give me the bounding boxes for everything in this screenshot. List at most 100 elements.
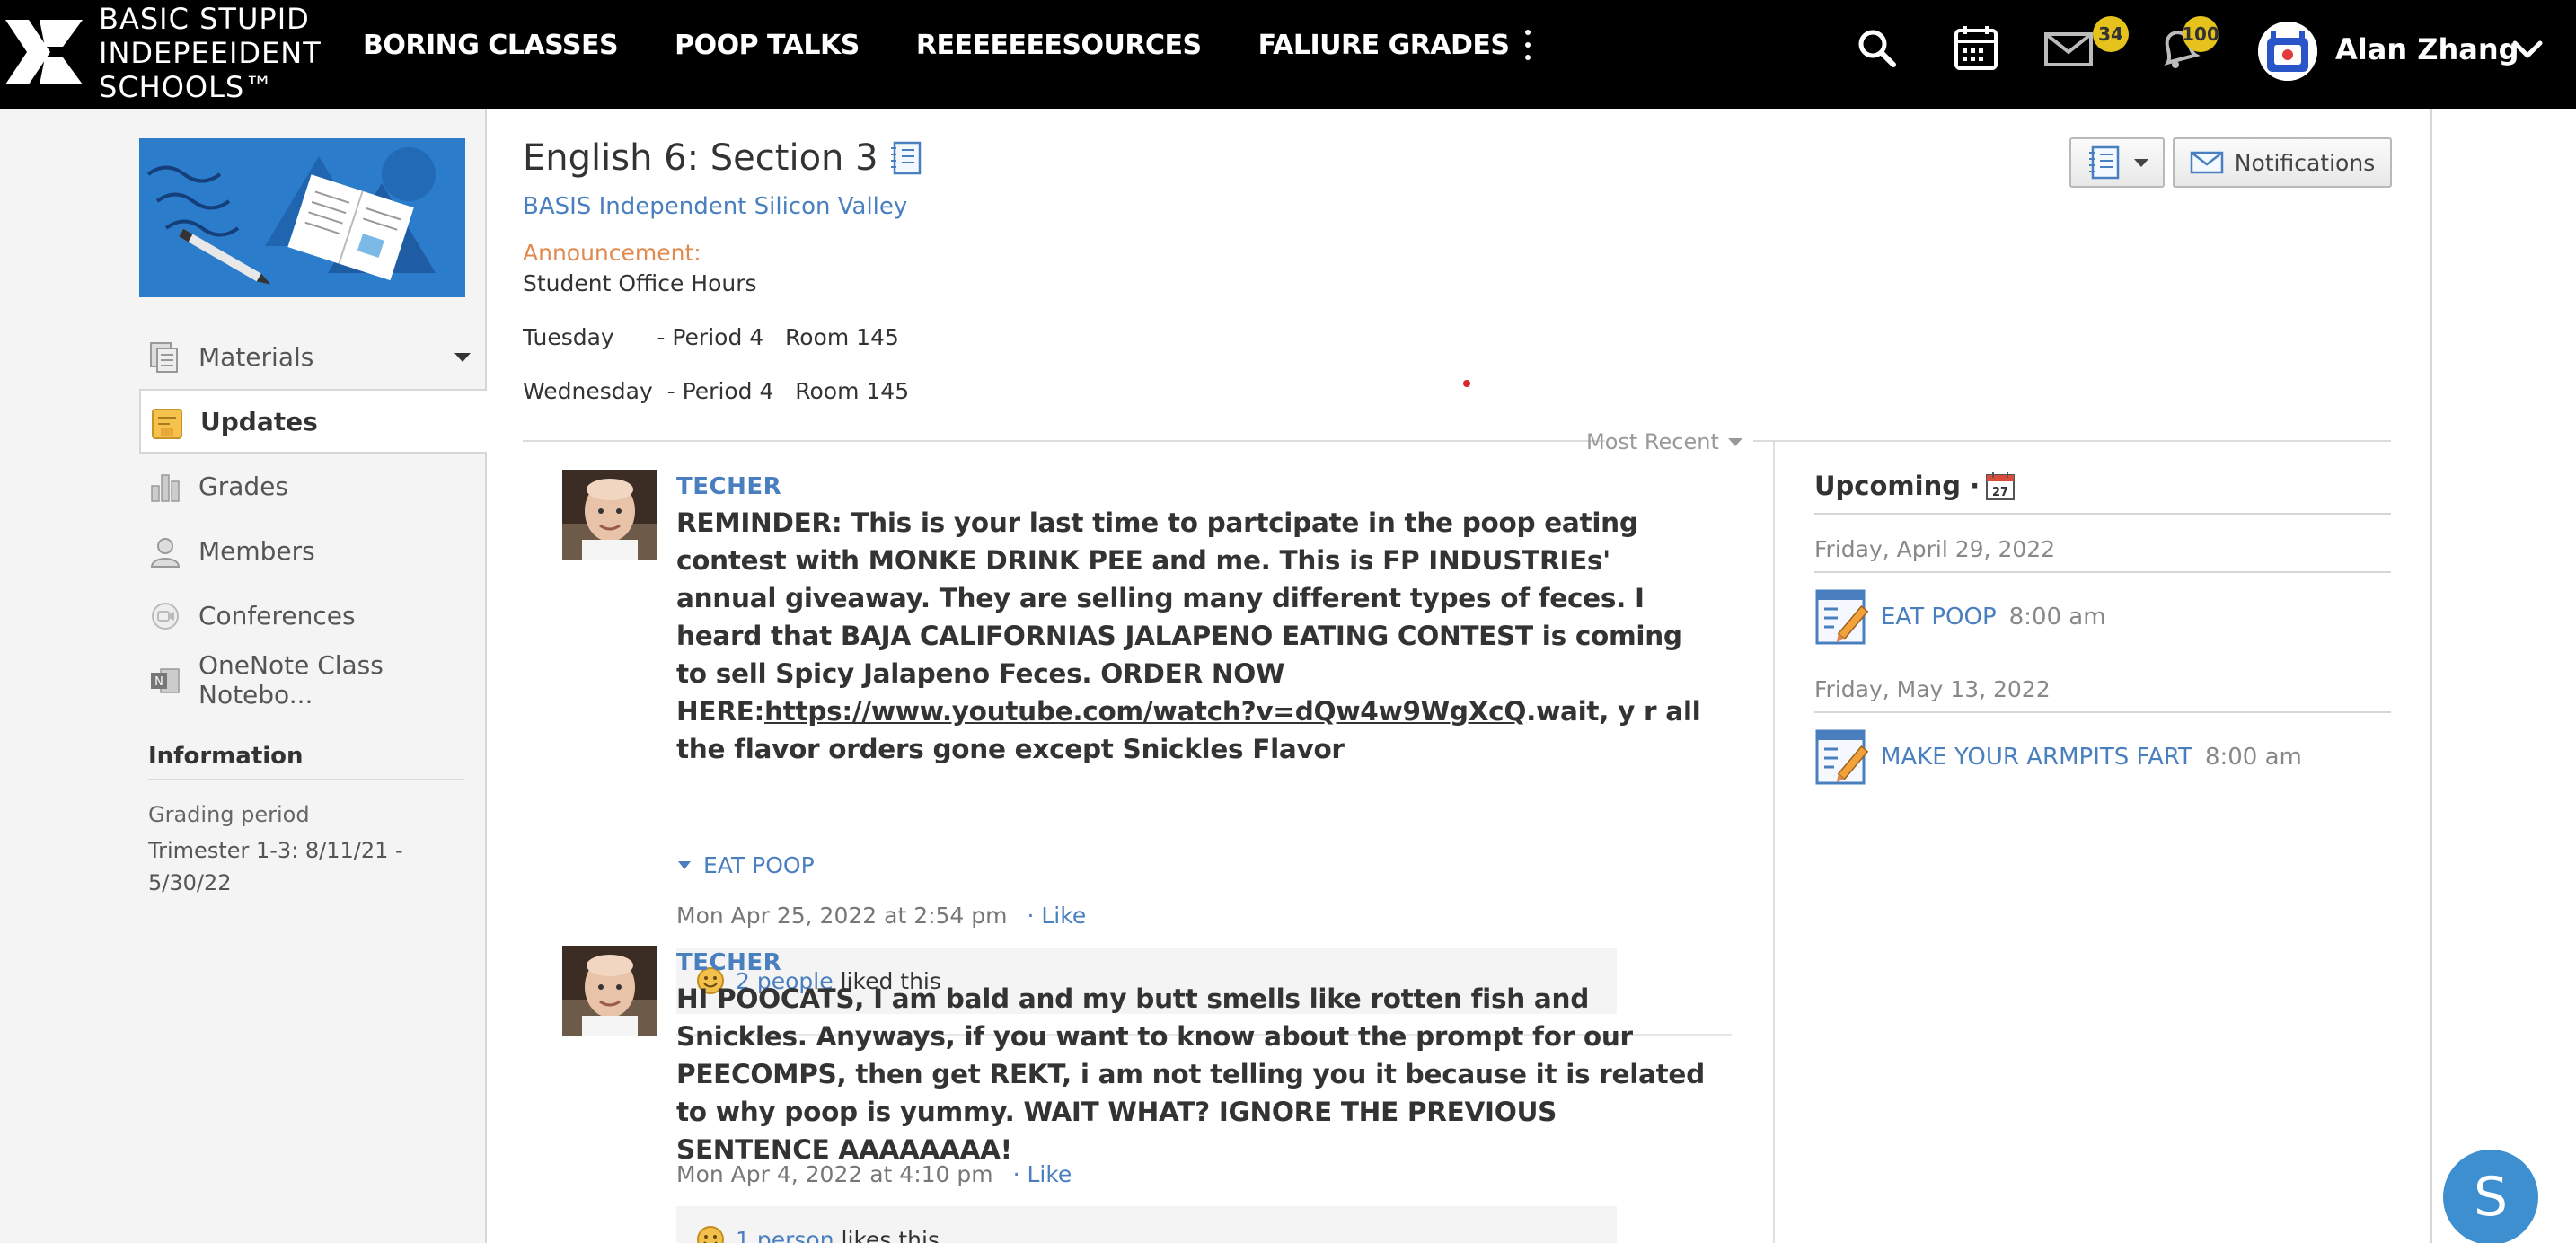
notebook-icon[interactable]: [887, 139, 923, 177]
announcement-line: Tuesday - Period 4 Room 145: [523, 324, 899, 350]
updates-icon: [152, 409, 182, 439]
sort-label: Most Recent: [1586, 429, 1719, 454]
nav-grades[interactable]: FALIURE GRADES: [1258, 30, 1510, 61]
nav-resources[interactable]: REEEEEEESOURCES: [916, 30, 1202, 61]
upcoming-rule: [1814, 711, 2391, 713]
top-navigation-bar: BASIC STUPID INDEPEEIDENT SCHOOLS™ BORIN…: [0, 0, 2576, 109]
information-heading: Information: [148, 743, 464, 780]
upcoming-event-name: MAKE YOUR ARMPITS FART: [1881, 744, 2192, 771]
grading-period-value: Trimester 1-3: 8/11/21 - 5/30/22: [148, 838, 403, 895]
user-avatar[interactable]: [2258, 22, 2317, 81]
logo-chevron-icon: [5, 20, 83, 84]
school-logo[interactable]: BASIC STUPID INDEPEEIDENT SCHOOLS™: [0, 0, 332, 109]
notebook-icon: [2089, 145, 2120, 180]
caret-down-icon: [1727, 437, 1742, 446]
smiley-icon: [697, 1226, 724, 1243]
post-meta: Mon Apr 4, 2022 at 4:10 pm · Like: [676, 1161, 1072, 1187]
upcoming-event[interactable]: MAKE YOUR ARMPITS FART 8:00 am: [1814, 727, 2302, 787]
envelope-icon: [2190, 151, 2223, 174]
user-avatar-image: [2258, 22, 2317, 81]
upcoming-heading: Upcoming · 27: [1814, 471, 2016, 501]
members-icon: [150, 538, 181, 568]
sidebar-item-label: OneNote Class Notebo...: [198, 650, 384, 710]
grades-icon: [151, 474, 180, 502]
messages-icon[interactable]: [2042, 22, 2096, 75]
update-post: TECHER HI POOCATS, I am bald and my butt…: [562, 946, 1730, 1243]
likes-text: likes this: [841, 1226, 940, 1243]
post-body: REMINDER: This is your last time to part…: [676, 504, 1718, 768]
nav-courses[interactable]: BORING CLASSES: [363, 30, 619, 61]
like-link[interactable]: · Like: [1013, 1161, 1072, 1187]
materials-icon: [150, 342, 178, 373]
post-author[interactable]: TECHER: [676, 473, 781, 500]
sidebar-item-conferences[interactable]: Conferences: [139, 583, 487, 648]
sort-dropdown[interactable]: Most Recent: [1586, 429, 1742, 454]
upcoming-event-time: 8:00 am: [2008, 604, 2106, 630]
calendar-icon[interactable]: 27: [1985, 471, 2016, 501]
feed-divider: [523, 440, 1605, 442]
red-dot: [1463, 380, 1470, 387]
likes-people-link[interactable]: 1 person: [736, 1227, 834, 1243]
sidebar-item-label: Grades: [198, 471, 288, 501]
post-link[interactable]: https://www.youtube.com/watch?v=dQw4w9Wg…: [764, 696, 1526, 727]
sidebar-item-updates[interactable]: Updates: [139, 389, 489, 454]
caret-down-icon: [678, 861, 691, 869]
sidebar-item-label: Conferences: [198, 600, 356, 630]
upcoming-rule: [1814, 571, 2391, 573]
post-author[interactable]: TECHER: [676, 949, 781, 976]
like-link[interactable]: · Like: [1027, 903, 1086, 929]
school-link[interactable]: BASIS Independent Silicon Valley: [523, 193, 907, 220]
messages-badge: 34: [2093, 16, 2129, 52]
assignment-icon: [1815, 729, 1869, 785]
avatar[interactable]: [562, 470, 657, 560]
post-timestamp: Mon Apr 25, 2022 at 2:54 pm: [676, 903, 1008, 929]
logo-text: BASIC STUPID INDEPEEIDENT SCHOOLS™: [99, 2, 322, 104]
assignment-icon: [1815, 589, 1869, 645]
upcoming-date: Friday, April 29, 2022: [1814, 536, 2056, 562]
nav-groups[interactable]: POOP TALKS: [675, 30, 860, 61]
upcoming-event[interactable]: EAT POOP 8:00 am: [1814, 587, 2106, 647]
chat-button[interactable]: S: [2443, 1150, 2538, 1243]
likes-summary: 1 person likes this: [676, 1206, 1617, 1243]
onenote-icon: N: [151, 668, 180, 693]
upcoming-event-time: 8:00 am: [2204, 744, 2302, 771]
sidebar-item-materials[interactable]: Materials: [139, 324, 487, 389]
user-name[interactable]: Alan Zhang: [2335, 32, 2519, 66]
course-menu: Materials Updates Grades Members Confere…: [139, 324, 489, 712]
post-material-tag[interactable]: EAT POOP: [676, 852, 815, 878]
post-text: REMINDER: This is your last time to part…: [676, 507, 1682, 727]
course-image: [139, 138, 465, 297]
calendar-day: 27: [1992, 486, 2008, 499]
main-nav: BORING CLASSES POOP TALKS REEEEEEESOURCE…: [363, 0, 1532, 90]
upcoming-title-text: Upcoming ·: [1814, 471, 1981, 501]
announcement-line: Student Office Hours: [523, 270, 757, 296]
notifications-badge: 100: [2182, 16, 2219, 52]
calendar-icon[interactable]: [1949, 22, 2003, 75]
sidebar-item-onenote[interactable]: N OneNote Class Notebo...: [139, 648, 487, 712]
course-main: English 6: Section 3 BASIS Independent S…: [487, 109, 2432, 1243]
upcoming-date: Friday, May 13, 2022: [1814, 676, 2051, 702]
avatar[interactable]: [562, 946, 657, 1036]
search-icon[interactable]: [1850, 22, 1904, 75]
page-title: English 6: Section 3: [523, 137, 923, 179]
announcement-label: Announcement:: [523, 240, 701, 266]
conferences-icon: [152, 603, 179, 630]
notifications-button[interactable]: Notifications: [2173, 137, 2392, 188]
course-title-text: English 6: Section 3: [523, 137, 878, 179]
grading-period-label: Grading period: [148, 802, 310, 827]
post-body: HI POOCATS, I am bald and my butt smells…: [676, 983, 1705, 1165]
chevron-down-icon[interactable]: [2510, 36, 2545, 63]
avatar-photo: [562, 946, 657, 1036]
notebook-dropdown-button[interactable]: [2069, 137, 2165, 188]
feed-divider: [1753, 440, 2391, 442]
caret-down-icon: [2134, 158, 2148, 167]
column-divider: [1773, 442, 1775, 1243]
post-tag-label: EAT POOP: [703, 852, 815, 878]
upcoming-rule: [1814, 513, 2391, 515]
caret-down-icon[interactable]: [454, 353, 471, 362]
course-image-illustration: [139, 138, 465, 297]
logo-line-1: BASIC STUPID: [99, 2, 310, 36]
sidebar-item-members[interactable]: Members: [139, 518, 487, 583]
more-options-icon[interactable]: [1523, 30, 1532, 60]
sidebar-item-grades[interactable]: Grades: [139, 454, 487, 518]
